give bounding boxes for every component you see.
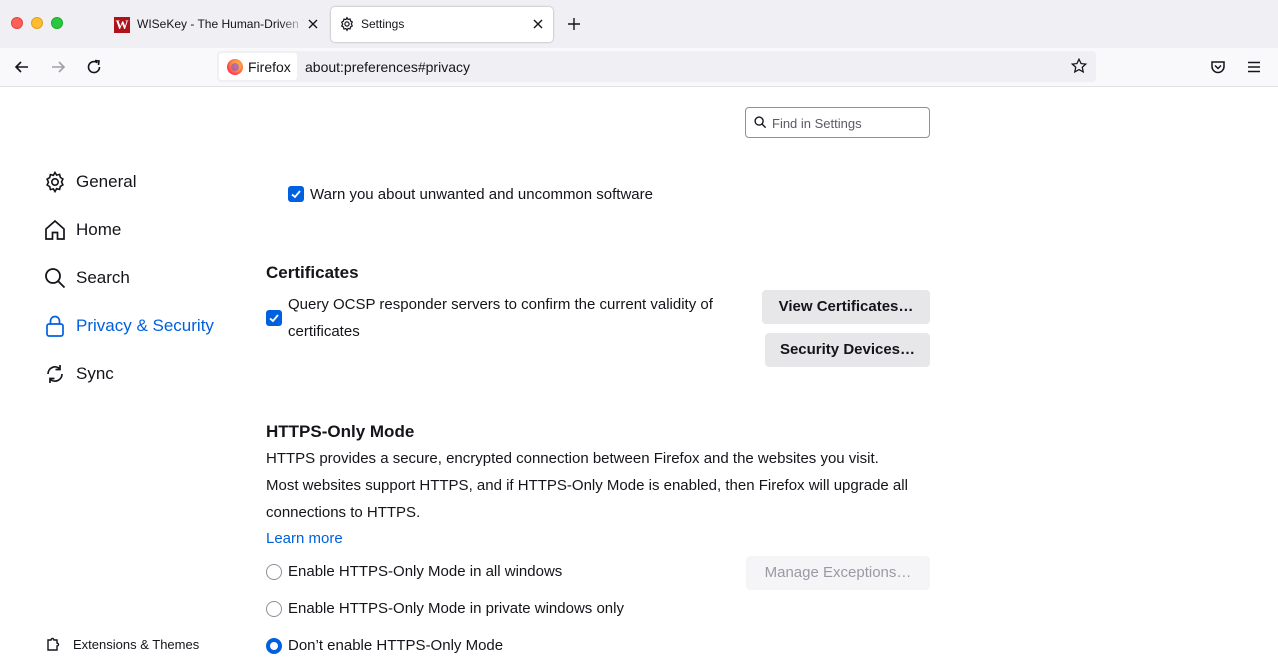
view-certificates-button[interactable]: View Certificates… xyxy=(762,290,930,324)
gear-icon xyxy=(340,16,354,32)
forward-arrow-icon[interactable] xyxy=(48,57,68,77)
sidebar-item-privacy-security[interactable]: Privacy & Security xyxy=(43,313,214,339)
url-bar[interactable]: Firefox about:preferences#privacy xyxy=(217,51,1096,82)
checkmark-icon xyxy=(291,190,301,199)
navigation-toolbar: Firefox about:preferences#privacy xyxy=(0,48,1278,87)
tab-title: Settings xyxy=(361,17,405,31)
sidebar-item-general[interactable]: General xyxy=(43,169,136,195)
https-desc-line3: connections to HTTPS. xyxy=(266,504,421,521)
close-icon[interactable] xyxy=(532,18,544,30)
tab-title: WISeKey - The Human-Driven Trust xyxy=(137,17,305,31)
find-in-settings-box[interactable] xyxy=(745,107,930,138)
sidebar-item-label: Extensions & Themes xyxy=(73,636,200,652)
ocsp-label-line2: certificates xyxy=(288,323,360,340)
settings-page: General Home Search Privacy & Security S… xyxy=(0,88,1278,654)
sidebar-item-label: Privacy & Security xyxy=(76,316,214,335)
learn-more-link[interactable]: Learn more xyxy=(266,530,343,547)
warn-unwanted-label: Warn you about unwanted and uncommon sof… xyxy=(310,186,653,203)
https-private-windows-radio[interactable] xyxy=(266,601,282,617)
sidebar-item-label: General xyxy=(76,172,137,191)
zoom-window-button[interactable] xyxy=(51,17,63,29)
https-disabled-label: Don’t enable HTTPS-Only Mode xyxy=(288,637,504,654)
https-desc-line2: Most websites support HTTPS, and if HTTP… xyxy=(266,477,908,494)
tab-settings[interactable]: Settings xyxy=(331,7,553,42)
search-icon xyxy=(45,268,66,289)
ocsp-label-line1: Query OCSP responder servers to confirm … xyxy=(288,296,713,313)
sidebar-item-home[interactable]: Home xyxy=(43,217,121,243)
find-in-settings-input[interactable] xyxy=(772,114,922,132)
minimize-window-button[interactable] xyxy=(31,17,43,29)
certificates-heading: Certificates xyxy=(266,263,359,282)
ocsp-checkbox[interactable] xyxy=(266,310,282,326)
firefox-logo-icon xyxy=(227,59,243,75)
lock-icon xyxy=(46,315,64,337)
https-all-windows-label: Enable HTTPS-Only Mode in all windows xyxy=(288,563,563,580)
https-desc-line1: HTTPS provides a secure, encrypted conne… xyxy=(266,450,879,467)
new-tab-plus-icon[interactable] xyxy=(565,15,583,33)
sidebar-item-search[interactable]: Search xyxy=(43,265,130,291)
warn-unwanted-checkbox[interactable] xyxy=(288,186,304,202)
security-devices-button[interactable]: Security Devices… xyxy=(765,333,930,367)
wisekey-favicon-icon: W xyxy=(114,17,130,33)
back-arrow-icon[interactable] xyxy=(12,57,32,77)
identity-box[interactable]: Firefox xyxy=(219,53,297,80)
sidebar-item-label: Sync xyxy=(76,364,114,383)
sidebar-item-label: Home xyxy=(76,220,122,239)
url-text[interactable]: about:preferences#privacy xyxy=(305,59,470,75)
bookmark-star-icon[interactable] xyxy=(1070,57,1088,75)
https-all-windows-radio[interactable] xyxy=(266,564,282,580)
manage-exceptions-button[interactable]: Manage Exceptions… xyxy=(746,556,930,590)
https-only-heading: HTTPS-Only Mode xyxy=(266,422,415,441)
gear-icon xyxy=(46,170,64,194)
reload-icon[interactable] xyxy=(84,57,104,77)
checkmark-icon xyxy=(269,314,279,323)
menu-hamburger-icon[interactable] xyxy=(1245,58,1263,76)
https-disabled-radio[interactable] xyxy=(266,638,282,654)
sidebar-item-label: Search xyxy=(76,268,130,287)
sync-icon xyxy=(47,365,63,383)
identity-label: Firefox xyxy=(248,59,291,75)
home-icon xyxy=(45,219,65,240)
pocket-icon[interactable] xyxy=(1209,58,1227,76)
close-window-button[interactable] xyxy=(11,17,23,29)
close-icon[interactable] xyxy=(307,18,319,30)
https-private-windows-label: Enable HTTPS-Only Mode in private window… xyxy=(288,600,624,617)
tab-strip: W WISeKey - The Human-Driven Trust Setti… xyxy=(0,0,1278,48)
sidebar-item-sync[interactable]: Sync xyxy=(43,361,114,387)
search-icon xyxy=(754,116,767,129)
tab-wisekey[interactable]: W WISeKey - The Human-Driven Trust xyxy=(106,7,328,42)
